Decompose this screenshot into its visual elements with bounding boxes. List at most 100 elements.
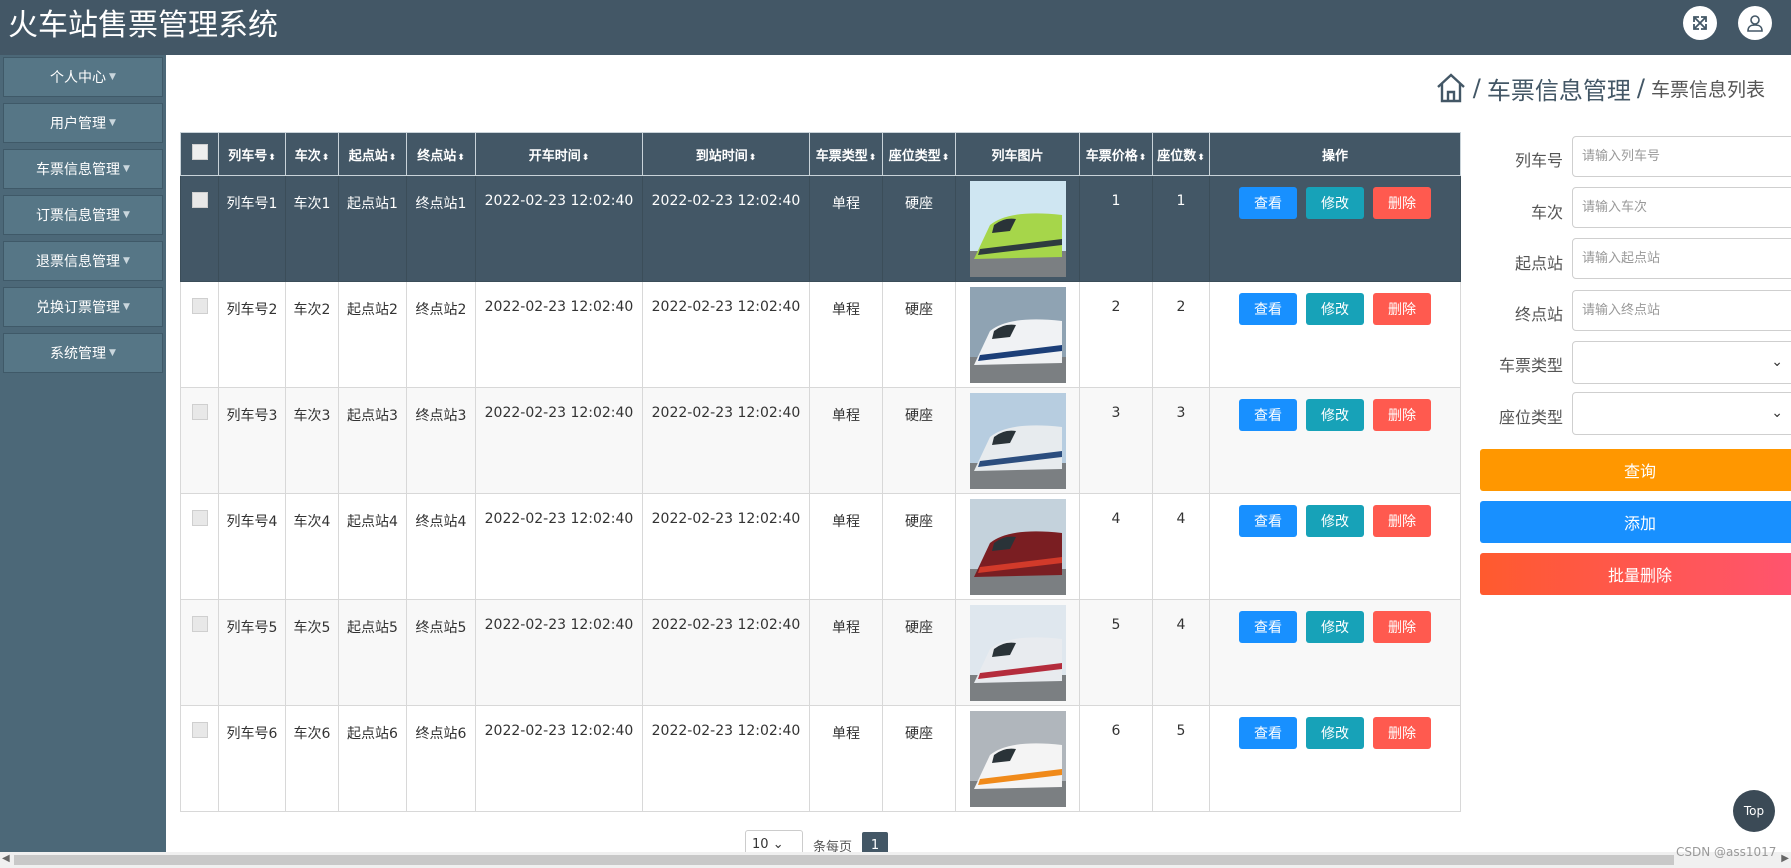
fullscreen-button[interactable] <box>1683 6 1717 40</box>
delete-button[interactable]: 删除 <box>1373 505 1431 537</box>
back-to-top-button[interactable]: Top <box>1733 790 1775 832</box>
cell-to: 终点站2 <box>406 281 476 388</box>
cell-trip: 车次6 <box>285 705 339 812</box>
sidebar-item-tickets[interactable]: 车票信息管理 ▼ <box>3 149 163 189</box>
cell-train-image <box>955 387 1080 494</box>
view-button[interactable]: 查看 <box>1239 717 1297 749</box>
cell-arrive: 2022-02-23 12:02:40 <box>642 281 810 388</box>
cell-ticket-type: 单程 <box>809 175 883 282</box>
batch-delete-button[interactable]: 批量删除 <box>1480 553 1791 595</box>
delete-button[interactable]: 删除 <box>1373 611 1431 643</box>
cell-price: 1 <box>1079 175 1153 282</box>
table-row[interactable]: 列车号3 车次3 起点站3 终点站3 2022-02-23 12:02:40 2022-0… <box>180 387 1461 494</box>
sidebar-item-label: 兑换订票管理 <box>36 300 121 316</box>
table-row[interactable]: 列车号5 车次5 起点站5 终点站5 2022-02-23 12:02:40 2022-0… <box>180 599 1461 706</box>
train-image[interactable] <box>969 605 1066 701</box>
row-checkbox[interactable] <box>191 510 208 526</box>
edit-button[interactable]: 修改 <box>1306 293 1364 325</box>
view-button[interactable]: 查看 <box>1239 293 1297 325</box>
query-button[interactable]: 查询 <box>1480 449 1791 491</box>
scroll-left-icon: ◀ <box>2 853 10 864</box>
sort-icon: ⬍ <box>868 152 877 163</box>
train-image[interactable] <box>969 393 1066 489</box>
train-image[interactable] <box>969 499 1066 595</box>
sidebar-item-profile[interactable]: 个人中心 ▼ <box>3 57 163 97</box>
seat-type-select[interactable]: ⌄ <box>1572 392 1791 435</box>
home-icon[interactable] <box>1435 71 1467 105</box>
table-row[interactable]: 列车号2 车次2 起点站2 终点站2 2022-02-23 12:02:40 2022-0… <box>180 281 1461 388</box>
cell-train-image <box>955 599 1080 706</box>
row-select-cell <box>180 281 219 388</box>
row-checkbox[interactable] <box>191 298 208 314</box>
row-select-cell <box>180 493 219 600</box>
column-header[interactable]: 座位数⬍ <box>1152 132 1210 176</box>
scrollbar-thumb[interactable] <box>14 855 1674 865</box>
edit-button[interactable]: 修改 <box>1306 399 1364 431</box>
edit-button[interactable]: 修改 <box>1306 505 1364 537</box>
delete-button[interactable]: 删除 <box>1373 293 1431 325</box>
sidebar-item-refunds[interactable]: 退票信息管理 ▼ <box>3 241 163 281</box>
row-checkbox[interactable] <box>191 192 208 208</box>
cell-from: 起点站3 <box>338 387 407 494</box>
train-image[interactable] <box>969 287 1066 383</box>
table-row[interactable]: 列车号1 车次1 起点站1 终点站1 2022-02-23 12:02:40 2022-0… <box>180 175 1461 282</box>
cell-actions: 查看 修改 删除 <box>1209 705 1461 812</box>
breadcrumb-main[interactable]: 车票信息管理 <box>1487 71 1631 106</box>
cell-depart: 2022-02-23 12:02:40 <box>475 493 643 600</box>
edit-button[interactable]: 修改 <box>1306 611 1364 643</box>
delete-button[interactable]: 删除 <box>1373 399 1431 431</box>
sidebar-item-users[interactable]: 用户管理 ▼ <box>3 103 163 143</box>
cell-actions: 查看 修改 删除 <box>1209 493 1461 600</box>
sidebar-item-exchange[interactable]: 兑换订票管理 ▼ <box>3 287 163 327</box>
edit-button[interactable]: 修改 <box>1306 717 1364 749</box>
select-all-checkbox[interactable] <box>191 144 208 160</box>
view-button[interactable]: 查看 <box>1239 187 1297 219</box>
cell-arrive: 2022-02-23 12:02:40 <box>642 705 810 812</box>
table-row[interactable]: 列车号6 车次6 起点站6 终点站6 2022-02-23 12:02:40 2022-0… <box>180 705 1461 812</box>
column-header[interactable]: 列车号⬍ <box>218 132 286 176</box>
sort-icon: ⬍ <box>748 152 757 163</box>
to-station-input[interactable] <box>1572 290 1791 331</box>
ticket-type-select[interactable]: ⌄ <box>1572 341 1791 384</box>
column-header[interactable]: 开车时间⬍ <box>475 132 643 176</box>
row-checkbox[interactable] <box>191 616 208 632</box>
trip-input[interactable] <box>1572 187 1791 228</box>
column-header[interactable]: 座位类型⬍ <box>882 132 956 176</box>
cell-price: 6 <box>1079 705 1153 812</box>
from-station-input[interactable] <box>1572 238 1791 279</box>
select-all-cell <box>180 132 219 176</box>
horizontal-scrollbar[interactable]: ◀ ▶ <box>0 852 1791 868</box>
delete-button[interactable]: 删除 <box>1373 717 1431 749</box>
add-button[interactable]: 添加 <box>1480 501 1791 543</box>
cell-train-no: 列车号3 <box>218 387 286 494</box>
column-header[interactable]: 起点站⬍ <box>338 132 407 176</box>
sidebar-item-system[interactable]: 系统管理 ▼ <box>3 333 163 373</box>
column-header[interactable]: 车票价格⬍ <box>1079 132 1153 176</box>
sort-icon: ⬍ <box>581 152 590 163</box>
cell-seats: 3 <box>1152 387 1210 494</box>
view-button[interactable]: 查看 <box>1239 505 1297 537</box>
train-no-input[interactable] <box>1572 136 1791 177</box>
table-row[interactable]: 列车号4 车次4 起点站4 终点站4 2022-02-23 12:02:40 2022-0… <box>180 493 1461 600</box>
cell-trip: 车次2 <box>285 281 339 388</box>
train-image[interactable] <box>969 181 1066 277</box>
row-checkbox[interactable] <box>191 404 208 420</box>
column-header[interactable]: 车票类型⬍ <box>809 132 883 176</box>
column-header[interactable]: 车次⬍ <box>285 132 339 176</box>
sidebar-item-label: 用户管理 <box>50 116 107 132</box>
sidebar-item-label: 个人中心 <box>50 70 107 86</box>
cell-ticket-type: 单程 <box>809 493 883 600</box>
cell-depart: 2022-02-23 12:02:40 <box>475 175 643 282</box>
cell-seats: 5 <box>1152 705 1210 812</box>
cell-seat-type: 硬座 <box>882 175 956 282</box>
edit-button[interactable]: 修改 <box>1306 187 1364 219</box>
row-checkbox[interactable] <box>191 722 208 738</box>
column-header[interactable]: 到站时间⬍ <box>642 132 810 176</box>
column-header[interactable]: 终点站⬍ <box>406 132 476 176</box>
view-button[interactable]: 查看 <box>1239 611 1297 643</box>
user-button[interactable] <box>1738 6 1772 40</box>
view-button[interactable]: 查看 <box>1239 399 1297 431</box>
delete-button[interactable]: 删除 <box>1373 187 1431 219</box>
train-image[interactable] <box>969 711 1066 807</box>
sidebar-item-orders[interactable]: 订票信息管理 ▼ <box>3 195 163 235</box>
